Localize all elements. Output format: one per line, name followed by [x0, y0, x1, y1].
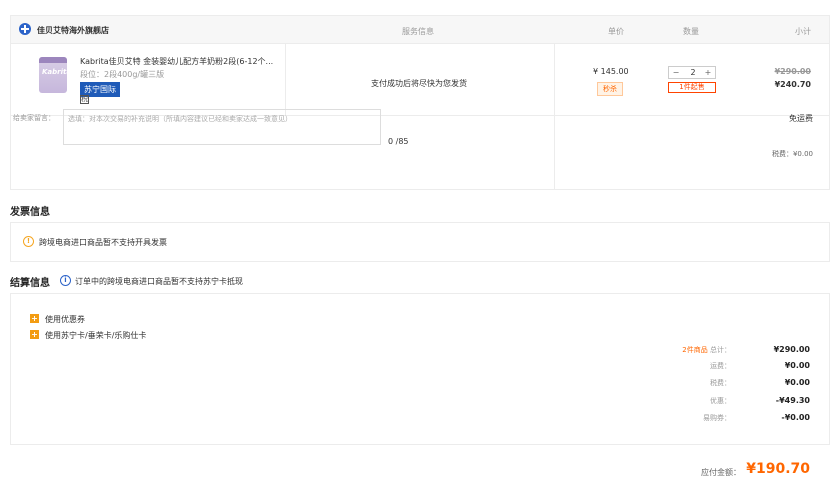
- qty-plus-button[interactable]: +: [703, 68, 713, 77]
- seller-note-label: 给卖家留言：: [13, 114, 55, 122]
- card-option[interactable]: 使用苏宁卡/垂荣卡/乐购仕卡: [45, 330, 146, 341]
- tax-label: 税费：: [710, 379, 731, 387]
- info-icon: i: [60, 275, 71, 286]
- total-label: 总计：: [710, 346, 731, 354]
- invoice-notice: 跨境电商进口商品暂不支持开具发票: [39, 238, 167, 247]
- col-header-subtotal: 小计: [795, 27, 811, 36]
- summary-discount: -¥49.30: [775, 396, 810, 405]
- note-char-count: 0 /85: [388, 137, 409, 146]
- product-image[interactable]: Kabrita: [37, 55, 72, 95]
- product-spec: 段位：2段400g/罐三版: [80, 70, 165, 79]
- points-label: 易购券：: [703, 414, 731, 422]
- expand-plus-icon[interactable]: +: [30, 330, 39, 339]
- summary-total: ¥290.00: [773, 345, 810, 354]
- expand-plus-icon[interactable]: +: [30, 314, 39, 323]
- service-info: 支付成功后将尽快为您发货: [371, 79, 467, 88]
- shipping-free: 免运费: [789, 114, 813, 123]
- product-row: Kabrita Kabrita佳贝艾特 金装婴幼儿配方羊奶粉2段(6-12个..…: [11, 44, 829, 116]
- product-image-label: Kabrita: [42, 68, 72, 76]
- invoice-section-title: 发票信息: [10, 207, 50, 218]
- summary-points: -¥0.00: [781, 413, 810, 422]
- coupon-option[interactable]: 使用优惠券: [45, 314, 85, 325]
- store-globe-icon: [19, 23, 31, 35]
- summary-total-label: 2件商品 总计：: [682, 345, 731, 355]
- tax-line: 税费：¥0.00: [771, 150, 813, 158]
- warning-icon: !: [23, 236, 34, 247]
- product-title[interactable]: Kabrita佳贝艾特 金装婴幼儿配方羊奶粉2段(6-12个...: [80, 56, 280, 67]
- freight-label: 运费：: [710, 362, 731, 370]
- discount-label: 优惠：: [710, 397, 731, 405]
- pay-amount: ¥190.70: [746, 461, 810, 477]
- col-header-quantity: 数量: [683, 27, 699, 36]
- divider: [285, 44, 286, 115]
- divider: [554, 116, 555, 190]
- qty-value[interactable]: 2: [687, 68, 699, 77]
- col-header-service: 服务信息: [402, 27, 434, 36]
- order-header: 佳贝艾特海外旗舰店 服务信息 单价 数量 小计: [11, 16, 829, 44]
- current-subtotal: ¥240.70: [774, 80, 811, 89]
- divider: [554, 44, 555, 115]
- col-header-unit-price: 单价: [608, 27, 624, 36]
- pay-amount-label: 应付金额：: [701, 468, 741, 477]
- tax-info-icon: 税: [80, 95, 89, 104]
- items-count: 2件商品: [682, 346, 708, 354]
- summary-freight: ¥0.00: [784, 361, 810, 370]
- settlement-section-title: 结算信息: [10, 278, 50, 289]
- settlement-notice: 订单中的跨境电商进口商品暂不支持苏宁卡抵现: [75, 277, 243, 286]
- quantity-stepper[interactable]: − 2 +: [668, 66, 716, 79]
- product-can-lid: [39, 57, 67, 63]
- summary-tax: ¥0.00: [784, 378, 810, 387]
- unit-price: ¥ 145.00: [593, 67, 629, 76]
- order-box: 佳贝艾特海外旗舰店 服务信息 单价 数量 小计 Kabrita Kabrita佳…: [10, 15, 830, 190]
- store-name[interactable]: 佳贝艾特海外旗舰店: [37, 25, 109, 36]
- flash-sale-tag: 秒杀: [597, 82, 623, 96]
- seller-note-textarea[interactable]: 选填：对本次交易的补充说明（所填内容建议已经和卖家达成一致意见）: [63, 109, 381, 145]
- qty-minus-button[interactable]: −: [671, 68, 681, 77]
- original-subtotal: ¥290.00: [774, 67, 811, 76]
- min-purchase-tag: 1件起售: [668, 82, 716, 93]
